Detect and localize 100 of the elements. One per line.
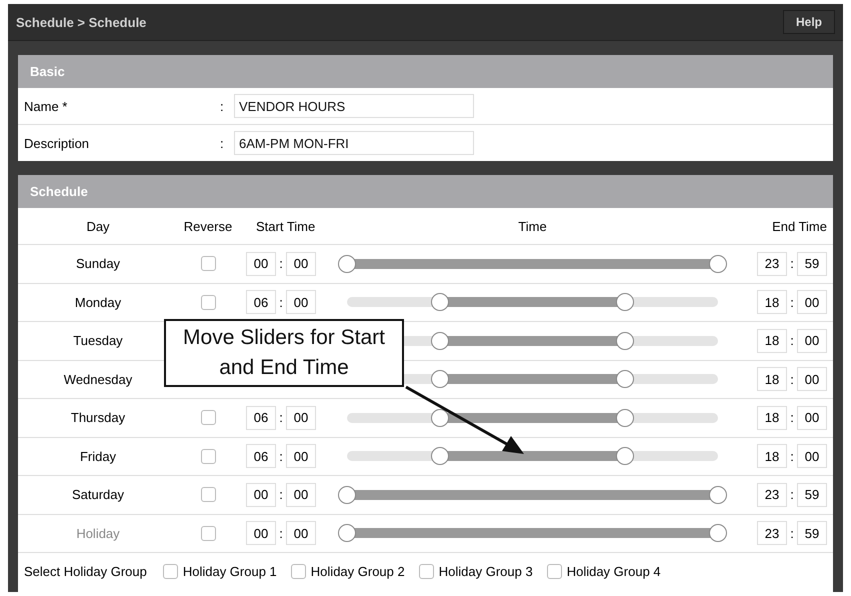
help-button[interactable]: Help <box>782 10 835 34</box>
hour-field[interactable]: 06 <box>246 444 276 468</box>
separator: : <box>220 136 225 150</box>
checkbox[interactable] <box>162 564 178 578</box>
checkbox[interactable] <box>418 564 434 578</box>
slider-handle[interactable] <box>616 293 634 312</box>
slider-handle[interactable] <box>430 293 449 312</box>
input-field[interactable]: 6AM-PM MON-FRI <box>234 131 474 155</box>
hour-field[interactable]: 18 <box>757 328 787 353</box>
field-label: Select Holiday Group <box>24 564 147 578</box>
slider-handle[interactable] <box>616 408 634 427</box>
separator: : <box>278 448 284 464</box>
range-slider[interactable] <box>338 486 727 504</box>
minute-field[interactable]: 00 <box>286 252 316 276</box>
column-header: End Time <box>771 218 828 234</box>
column-header: Time <box>517 218 548 234</box>
hour-field[interactable]: 18 <box>757 406 787 430</box>
hour-field[interactable]: 18 <box>757 367 787 392</box>
hour-field[interactable]: 23 <box>757 521 787 546</box>
separator: : <box>789 487 795 502</box>
minute-field[interactable]: 00 <box>286 290 316 314</box>
minute-field[interactable]: 00 <box>797 367 827 392</box>
separator: : <box>220 98 225 114</box>
hour-field[interactable]: 00 <box>246 482 276 507</box>
day-label: Tuesday <box>72 333 124 348</box>
checkbox-label: Holiday Group 2 <box>310 564 405 578</box>
separator: : <box>278 256 284 272</box>
checkbox[interactable] <box>200 526 216 541</box>
slider-handle[interactable] <box>616 447 634 466</box>
separator: : <box>789 294 795 310</box>
callout-tooltip: Move Sliders for Start and End Time <box>164 319 404 387</box>
slider-handle[interactable] <box>430 447 449 466</box>
hour-field[interactable]: 18 <box>757 444 787 468</box>
minute-field[interactable]: 59 <box>797 252 827 276</box>
separator: : <box>278 526 284 541</box>
checkbox[interactable] <box>290 564 306 578</box>
minute-field[interactable]: 59 <box>797 482 827 507</box>
field-label: Name * <box>23 98 68 114</box>
day-label: Sunday <box>74 256 122 272</box>
minute-field[interactable]: 00 <box>797 328 827 353</box>
day-label: Holiday <box>75 526 121 541</box>
slider-handle[interactable] <box>430 408 449 427</box>
hour-field[interactable]: 06 <box>246 290 276 314</box>
minute-field[interactable]: 00 <box>797 290 827 314</box>
hour-field[interactable]: 18 <box>757 290 787 314</box>
minute-field[interactable]: 00 <box>797 406 827 430</box>
separator: : <box>278 410 284 426</box>
day-label: Thursday <box>70 410 126 426</box>
separator: : <box>789 448 795 464</box>
separator: : <box>789 372 795 387</box>
slider-handle[interactable] <box>709 486 727 504</box>
minute-field[interactable]: 00 <box>286 521 316 546</box>
checkbox[interactable] <box>546 564 562 578</box>
hour-field[interactable]: 23 <box>757 482 787 507</box>
range-slider[interactable] <box>338 254 727 273</box>
slider-handle[interactable] <box>616 370 634 388</box>
hour-field[interactable]: 00 <box>246 252 276 276</box>
slider-handle[interactable] <box>430 370 449 388</box>
slider-handle[interactable] <box>616 332 634 350</box>
breadcrumb: Schedule > Schedule <box>16 14 146 30</box>
checkbox-label: Holiday Group 4 <box>566 564 661 578</box>
slider-handle[interactable] <box>338 524 356 542</box>
checkbox[interactable] <box>200 256 216 272</box>
separator: : <box>278 487 284 502</box>
checkbox[interactable] <box>200 448 216 464</box>
minute-field[interactable]: 00 <box>286 482 316 507</box>
hour-field[interactable]: 06 <box>246 406 276 430</box>
separator: : <box>789 333 795 348</box>
minute-field[interactable]: 00 <box>286 444 316 468</box>
day-label: Friday <box>78 448 118 464</box>
range-slider[interactable] <box>338 524 727 542</box>
checkbox[interactable] <box>200 294 216 310</box>
day-label: Monday <box>74 294 122 310</box>
minute-field[interactable]: 59 <box>797 521 827 546</box>
column-header: Start Time <box>255 218 316 234</box>
column-header: Reverse <box>182 218 234 234</box>
column-header: Day <box>85 218 111 234</box>
separator: : <box>278 294 284 310</box>
checkbox[interactable] <box>200 410 216 426</box>
slider-handle[interactable] <box>709 524 727 542</box>
slider-handle[interactable] <box>430 332 449 350</box>
day-label: Wednesday <box>62 372 134 387</box>
checkbox-label: Holiday Group 1 <box>182 564 277 578</box>
separator: : <box>789 526 795 541</box>
slider-handle[interactable] <box>338 486 356 504</box>
checkbox[interactable] <box>200 487 216 502</box>
separator: : <box>789 410 795 426</box>
minute-field[interactable]: 00 <box>797 444 827 468</box>
section-title: Basic <box>30 64 65 79</box>
section-title: Schedule <box>30 184 88 199</box>
slider-handle[interactable] <box>709 254 727 273</box>
day-label: Saturday <box>70 487 126 502</box>
hour-field[interactable]: 00 <box>246 521 276 546</box>
checkbox-label: Holiday Group 3 <box>438 564 533 578</box>
input-field[interactable]: VENDOR HOURS <box>234 94 474 118</box>
minute-field[interactable]: 00 <box>286 406 316 430</box>
hour-field[interactable]: 23 <box>757 252 787 276</box>
slider-handle[interactable] <box>338 254 356 273</box>
separator: : <box>789 256 795 272</box>
field-label: Description <box>23 136 90 150</box>
